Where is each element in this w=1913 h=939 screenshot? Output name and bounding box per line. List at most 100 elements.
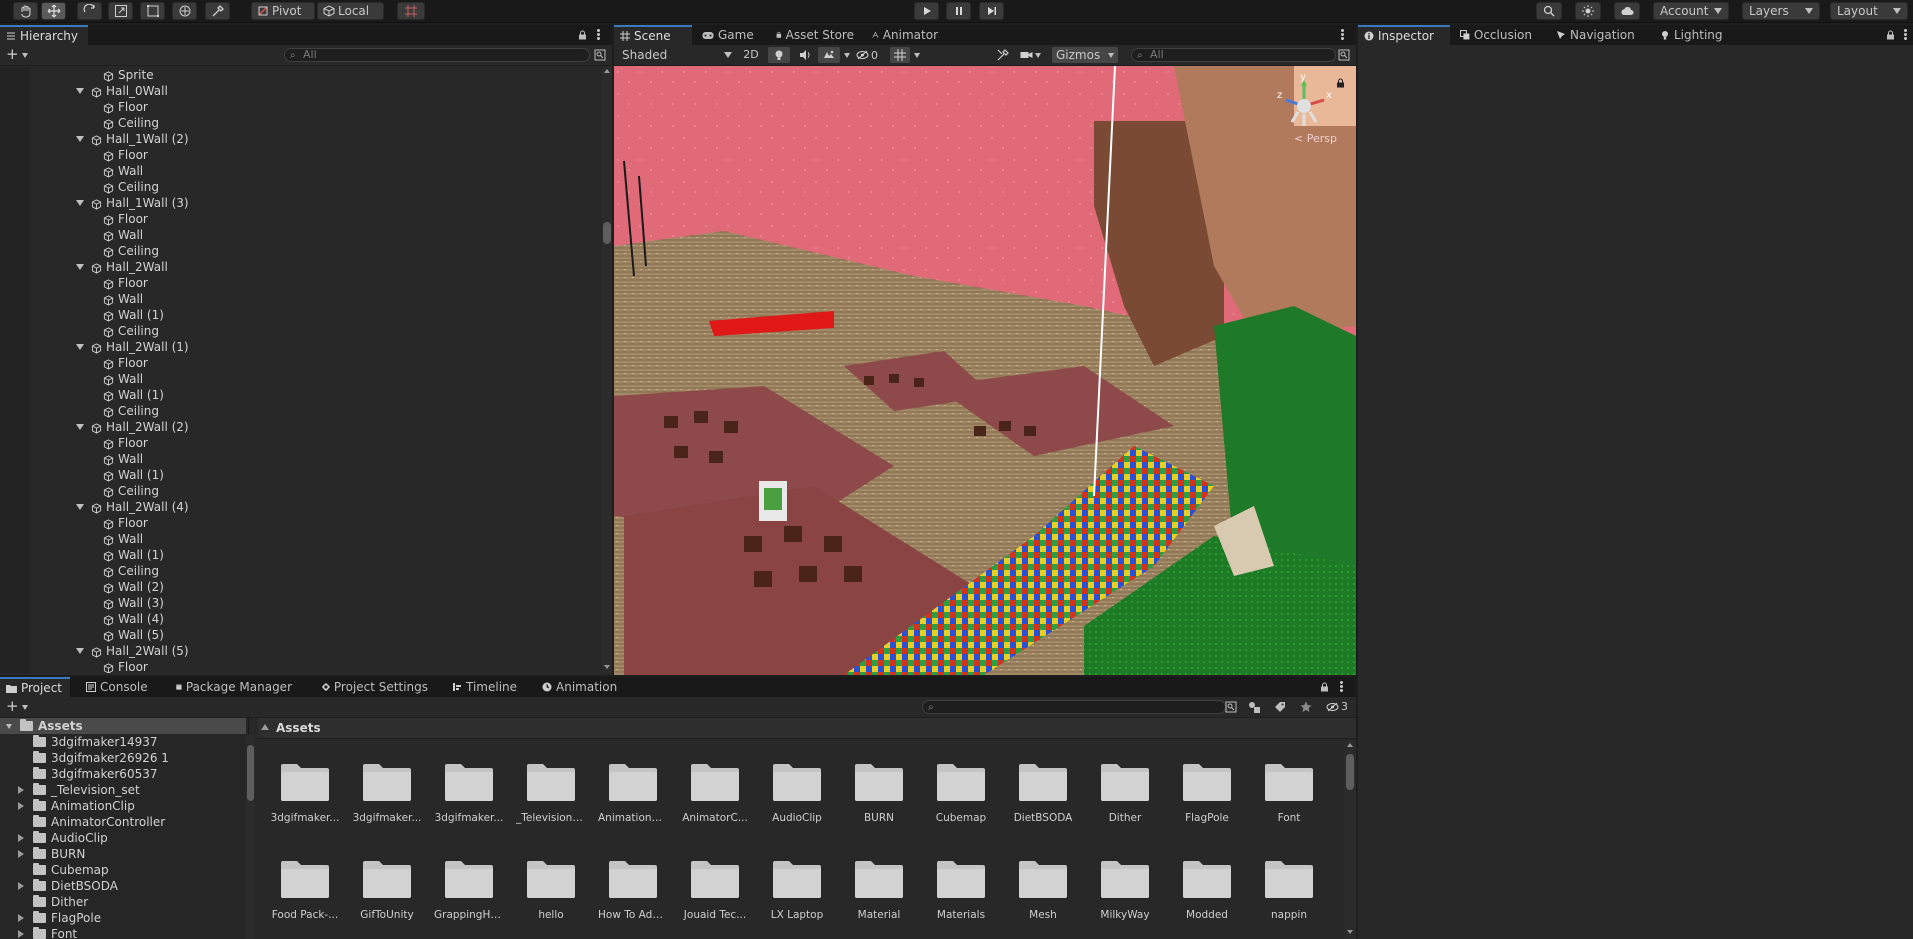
scene-search-input[interactable]: ⌕ All [1131,48,1336,62]
tab-project[interactable]: Project [0,677,70,697]
assets-scroll-thumb[interactable] [1346,754,1354,790]
chevron-right-icon[interactable] [18,930,24,938]
more-options-icon[interactable] [1341,29,1344,41]
hierarchy-row[interactable]: Wall (1) [103,307,164,323]
transform-tool-button[interactable] [172,2,197,20]
expand-arrow-icon[interactable] [76,200,84,206]
asset-folder-item[interactable]: AnimationCl... [598,762,668,824]
project-search-input[interactable]: ⌕ [922,700,1226,714]
hierarchy-row[interactable]: Wall (5) [103,627,164,643]
tab-animator[interactable]: Animator [866,25,946,45]
chevron-down-icon[interactable] [22,705,28,710]
hierarchy-row[interactable]: Wall (4) [103,611,164,627]
cloud-button[interactable] [1614,2,1640,20]
move-tool-button[interactable] [41,2,66,20]
tree-item[interactable]: _Television_set [18,782,140,798]
chevron-down-icon[interactable] [844,53,850,58]
scene-visibility-toggle[interactable]: 0 [856,47,886,63]
chevron-right-icon[interactable] [18,802,24,810]
tab-scene[interactable]: Scene [614,25,692,45]
tools-toggle[interactable] [993,47,1013,63]
hierarchy-row[interactable]: Floor [103,355,148,371]
layers-dropdown[interactable]: Layers [1742,2,1820,20]
asset-folder-item[interactable]: 3dgifmaker... [352,762,422,824]
step-button[interactable] [979,2,1004,20]
hierarchy-row[interactable]: Floor [103,99,148,115]
more-options-icon[interactable] [1904,29,1907,41]
grid-snap-button[interactable] [397,2,425,20]
hierarchy-row[interactable]: Ceiling [103,483,159,499]
asset-folder-item[interactable]: 3dgifmaker... [434,762,504,824]
tree-item[interactable]: FlagPole [18,910,101,926]
effects-toggle[interactable] [818,47,840,63]
tree-item[interactable]: 3dgifmaker60537 [18,766,157,782]
folder-tree-scrollbar[interactable] [246,735,255,939]
asset-folder-item[interactable]: hello [516,859,586,921]
scroll-up-icon[interactable] [604,69,610,73]
more-options-icon[interactable] [1340,681,1343,693]
lock-icon[interactable] [1886,30,1895,40]
chevron-right-icon[interactable] [18,834,24,842]
tab-project-settings[interactable]: Project Settings [316,677,436,697]
asset-folder-item[interactable]: How To Add... [598,859,668,921]
hierarchy-row[interactable]: Floor [103,659,148,673]
tab-asset-store[interactable]: Asset Store [770,25,862,45]
label-tag-icon[interactable] [1274,701,1286,713]
chevron-right-icon[interactable] [18,786,24,794]
tree-item[interactable]: Dither [18,894,88,910]
asset-folder-item[interactable]: Font [1254,762,1324,824]
asset-folder-item[interactable]: 3dgifmaker... [270,762,340,824]
services-button[interactable] [1575,2,1601,20]
asset-folder-item[interactable]: FlagPole [1172,762,1242,824]
expand-arrow-icon[interactable] [76,648,84,654]
scene-orientation-gizmo[interactable]: y z x < Persp [1274,72,1344,166]
asset-folder-item[interactable]: _Television_... [516,762,586,824]
gizmos-dropdown[interactable]: Gizmos [1052,47,1118,63]
asset-folder-item[interactable]: Jouaid Tec... [680,859,750,921]
lock-icon[interactable] [578,30,587,40]
scroll-up-icon[interactable] [1347,743,1353,747]
asset-folder-item[interactable]: GrappingHo... [434,859,504,921]
tab-game[interactable]: Game [696,25,766,45]
asset-folder-item[interactable]: AudioClip [762,762,832,824]
shading-mode-dropdown[interactable]: Shaded [618,47,736,63]
hierarchy-scroll-thumb[interactable] [603,222,611,244]
hierarchy-row[interactable]: Wall (1) [103,387,164,403]
hierarchy-group-row[interactable]: Hall_2Wall [76,259,168,275]
hierarchy-row[interactable]: Ceiling [103,403,159,419]
chevron-down-icon[interactable] [22,53,28,58]
tab-console[interactable]: Console [80,677,160,697]
scroll-down-icon[interactable] [1347,930,1353,934]
folder-tree-scroll-thumb[interactable] [247,745,254,801]
perspective-label[interactable]: < Persp [1294,132,1337,145]
hierarchy-row[interactable]: Floor [103,435,148,451]
tree-item[interactable]: AnimatorController [18,814,165,830]
tab-lighting[interactable]: Lighting [1654,25,1734,45]
asset-folder-item[interactable]: MilkyWay [1090,859,1160,921]
lock-icon[interactable] [1320,682,1329,692]
star-icon[interactable] [1300,701,1312,713]
hierarchy-row[interactable]: Wall [103,371,143,387]
filter-type-icon[interactable] [1248,701,1261,713]
expand-arrow-icon[interactable] [76,136,84,142]
asset-folder-item[interactable]: AnimatorC... [680,762,750,824]
hierarchy-group-row[interactable]: Hall_0Wall [76,83,168,99]
more-options-icon[interactable] [597,29,600,41]
chevron-down-icon[interactable] [914,53,920,58]
hierarchy-row[interactable]: Wall (1) [103,547,164,563]
tab-timeline[interactable]: Timeline [446,677,526,697]
tab-animation[interactable]: Animation [536,677,626,697]
hierarchy-row[interactable]: Wall (2) [103,579,164,595]
tree-item[interactable]: BURN [18,846,85,862]
asset-folder-item[interactable]: Cubemap [926,762,996,824]
lighting-toggle[interactable] [768,47,790,63]
hand-tool-button[interactable] [13,2,38,20]
scroll-down-icon[interactable] [604,665,610,669]
hierarchy-row[interactable]: Floor [103,515,148,531]
hierarchy-row[interactable]: Ceiling [103,115,159,131]
hierarchy-row[interactable]: Wall [103,451,143,467]
chevron-right-icon[interactable] [18,882,24,890]
asset-folder-item[interactable]: BURN [844,762,914,824]
hierarchy-group-row[interactable]: Hall_2Wall (1) [76,339,189,355]
asset-folder-item[interactable]: Modded [1172,859,1242,921]
